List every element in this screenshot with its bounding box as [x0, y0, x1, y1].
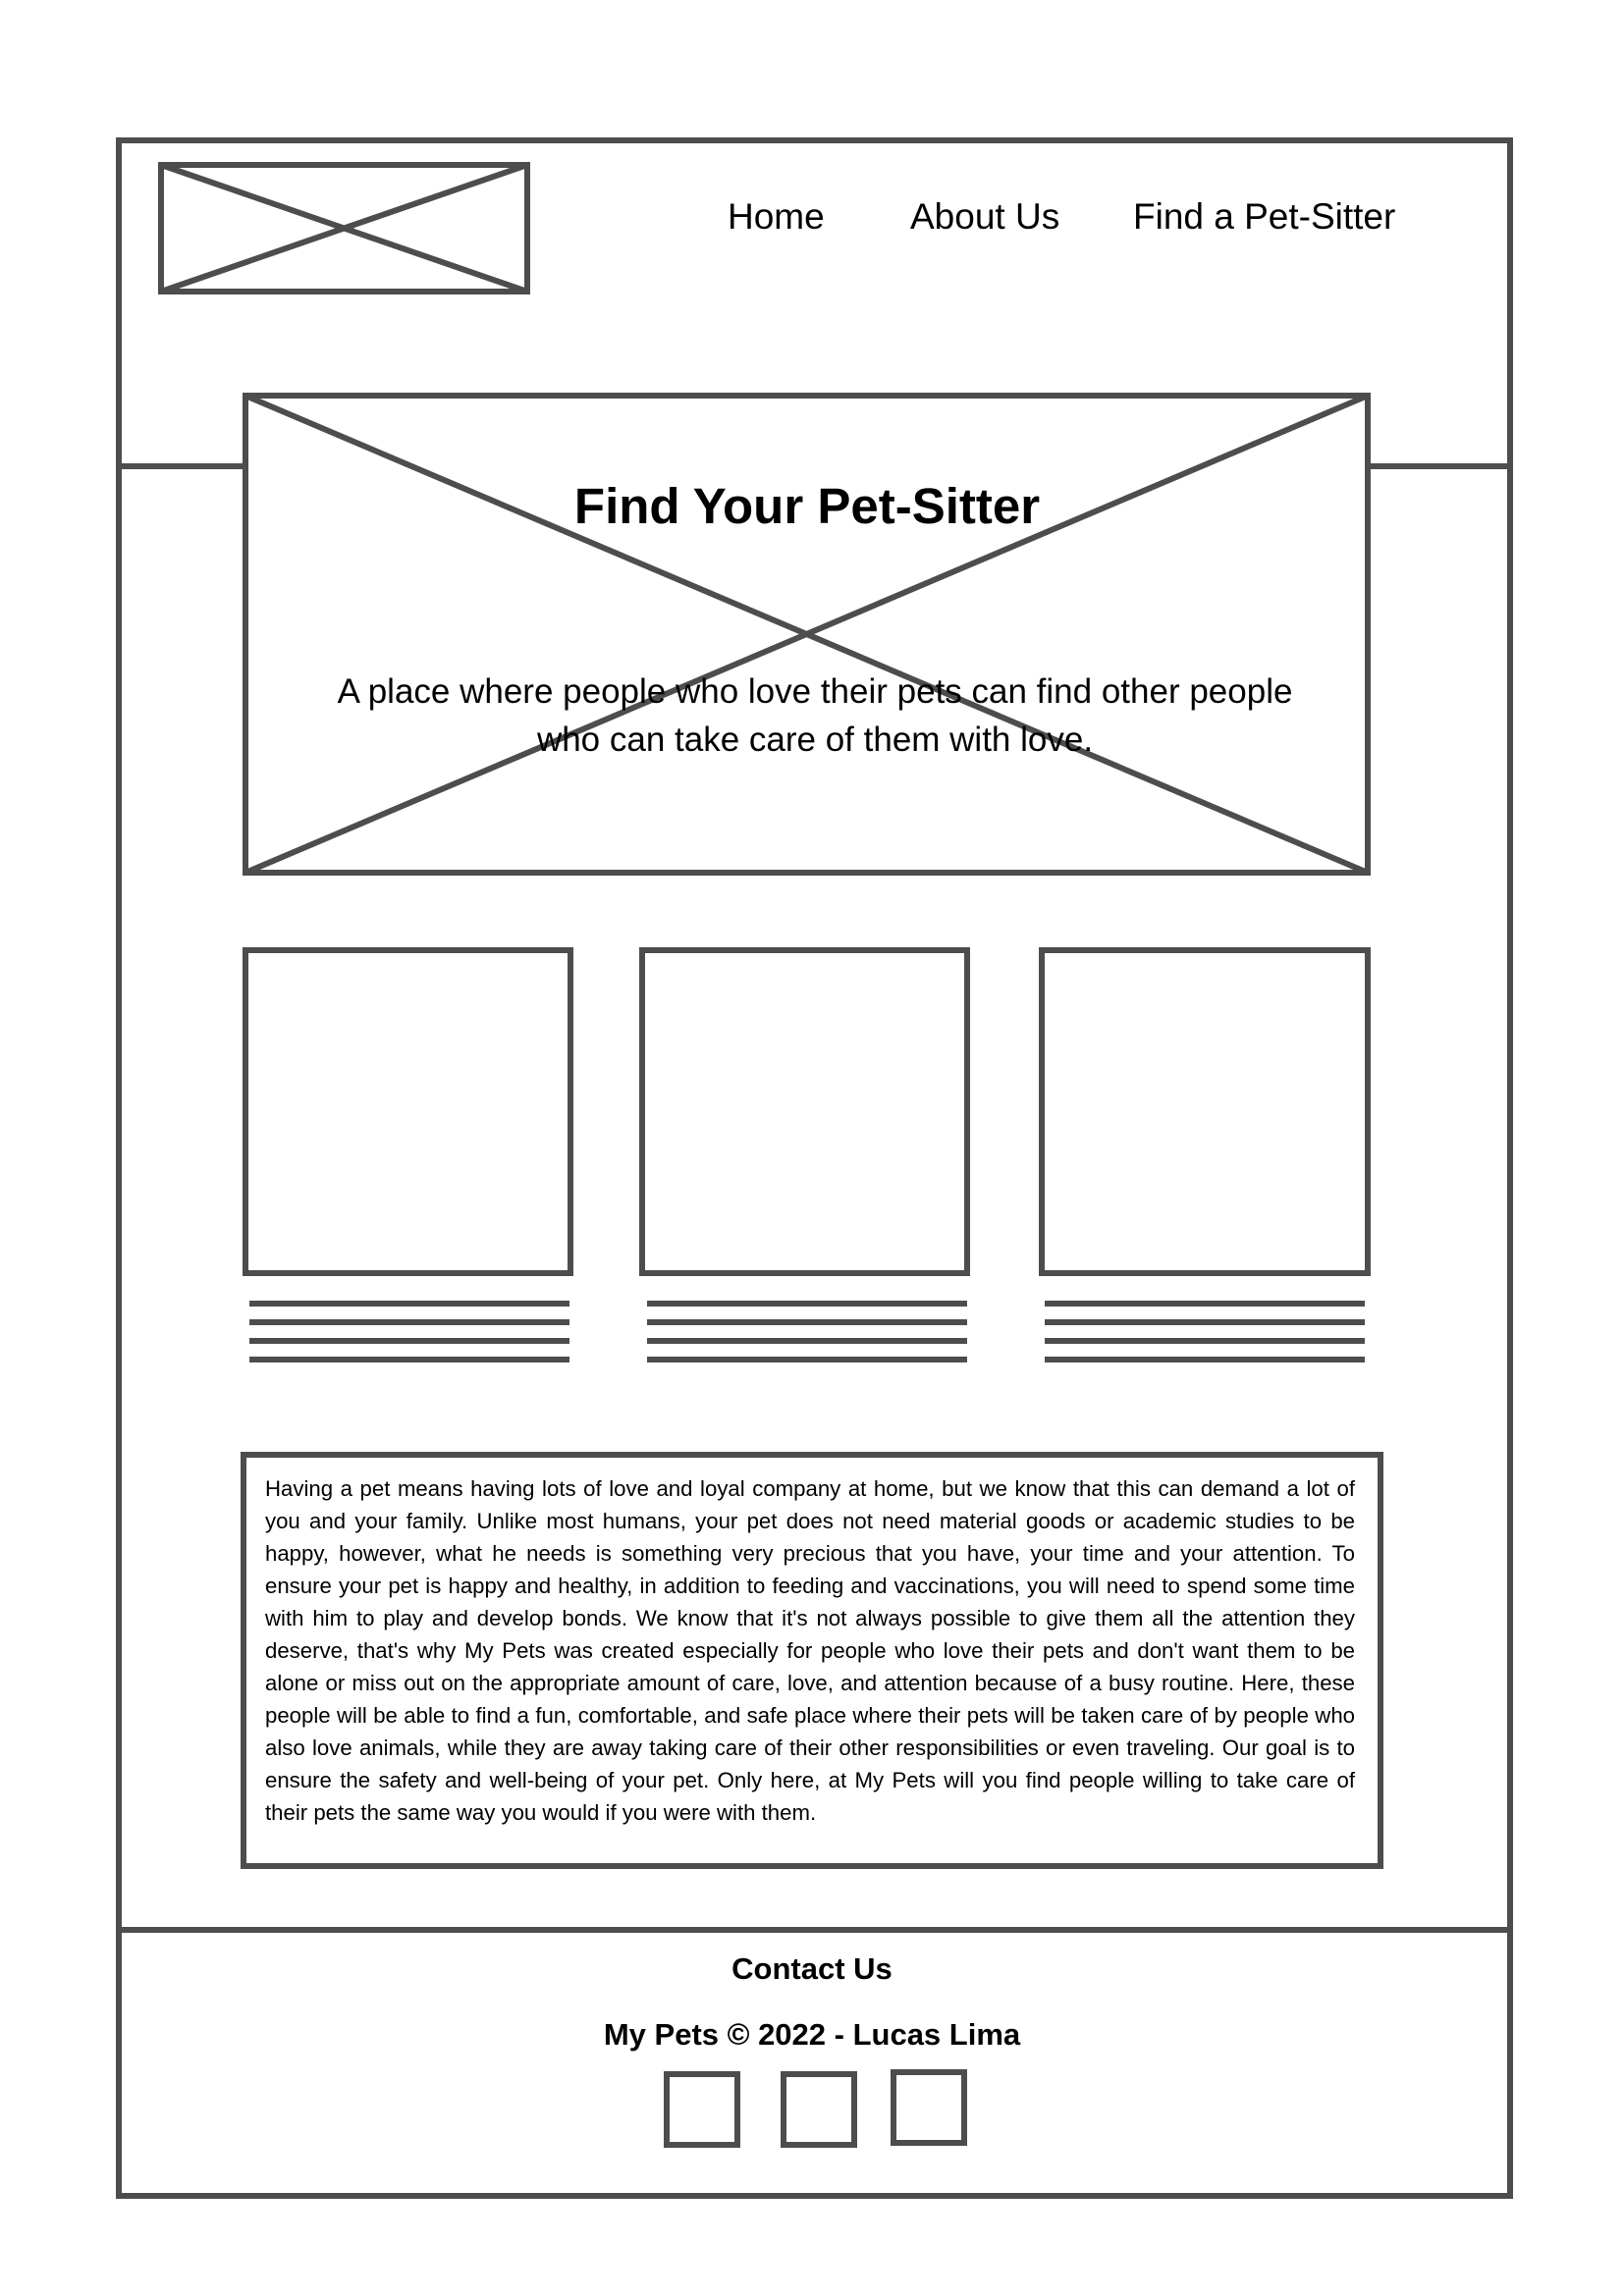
nav-home[interactable]: Home	[728, 198, 825, 235]
hero-image-cross	[244, 393, 1370, 876]
contact-us-link[interactable]: Contact Us	[116, 1953, 1508, 1984]
text-line	[249, 1357, 569, 1362]
about-paragraph: Having a pet means having lots of love a…	[265, 1476, 1355, 1825]
text-line	[1045, 1301, 1365, 1307]
text-line	[249, 1338, 569, 1344]
nav-find-pet-sitter[interactable]: Find a Pet-Sitter	[1133, 198, 1395, 235]
text-line	[1045, 1319, 1365, 1325]
text-line	[647, 1338, 967, 1344]
text-line	[1045, 1357, 1365, 1362]
nav-about-us[interactable]: About Us	[910, 198, 1059, 235]
footer-divider	[116, 1927, 1513, 1933]
card-image-2[interactable]	[639, 947, 970, 1276]
text-line	[249, 1319, 569, 1325]
text-line	[647, 1319, 967, 1325]
text-line	[647, 1301, 967, 1307]
text-line	[249, 1301, 569, 1307]
card-image-3[interactable]	[1039, 947, 1371, 1276]
card-image-1[interactable]	[243, 947, 573, 1276]
social-icon-1[interactable]	[664, 2071, 740, 2148]
hero-title: Find Your Pet-Sitter	[573, 478, 1041, 534]
text-line	[1045, 1338, 1365, 1344]
text-line	[647, 1357, 967, 1362]
hero-subtitle: A place where people who love their pets…	[337, 672, 1293, 759]
logo-placeholder-cross	[160, 162, 528, 294]
social-icon-2[interactable]	[781, 2071, 857, 2148]
social-icon-3[interactable]	[891, 2069, 967, 2146]
copyright-text: My Pets © 2022 - Lucas Lima	[603, 2017, 1021, 2052]
